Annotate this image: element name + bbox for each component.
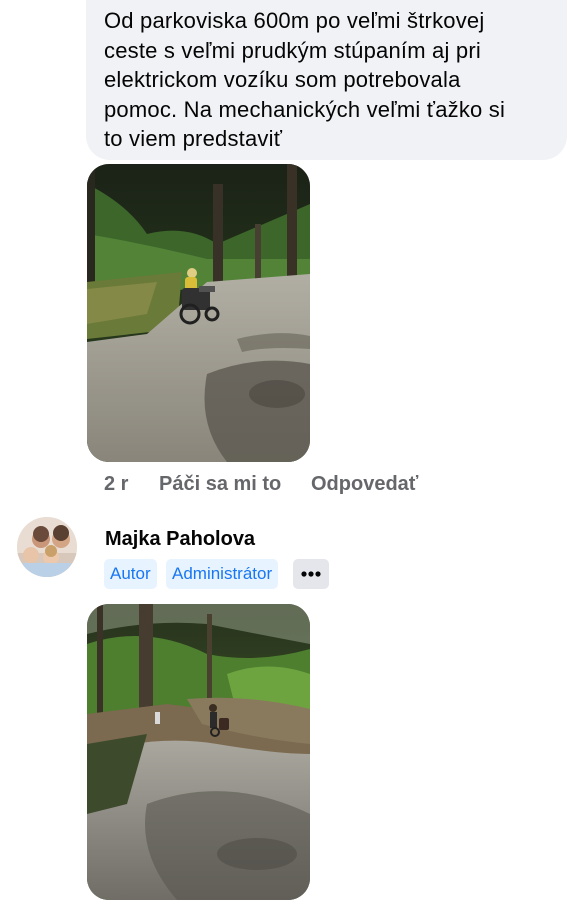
reply-button[interactable]: Odpovedať	[311, 473, 418, 496]
comment-text: Od parkoviska 600m po veľmi štrkovej ces…	[104, 6, 549, 154]
reply-author-name[interactable]: Majka Paholova	[105, 528, 255, 551]
comment-bubble: Od parkoviska 600m po veľmi štrkovej ces…	[86, 0, 567, 160]
more-options-button[interactable]	[293, 559, 329, 589]
more-horizontal-icon	[301, 571, 321, 577]
comment-timestamp[interactable]: 2 r	[104, 473, 128, 496]
comment-text-line: Od parkoviska 600m po veľmi štrkovej	[104, 8, 485, 33]
comment-text-line: elektrickom vozíku som potrebovala	[104, 67, 461, 92]
like-button[interactable]: Páči sa mi to	[159, 473, 281, 496]
comment-photo-wheelchair-gravel-road[interactable]	[87, 164, 310, 462]
comment-text-line: pomoc. Na mechanických veľmi ťažko si	[104, 96, 506, 122]
author-badge: Autor	[104, 559, 157, 589]
comment-text-line: ceste s veľmi prudkým stúpaním aj pri	[104, 37, 481, 63]
admin-badge: Administrátor	[166, 559, 279, 589]
reply-photo-forest-path[interactable]	[87, 604, 310, 900]
comment-text-line: to viem predstaviť	[104, 126, 283, 151]
avatar[interactable]	[17, 517, 77, 577]
avatar-family-photo-image	[17, 517, 77, 577]
photo-wheelchair-gravel-road-image	[87, 164, 310, 462]
photo-forest-path-image	[87, 604, 310, 900]
